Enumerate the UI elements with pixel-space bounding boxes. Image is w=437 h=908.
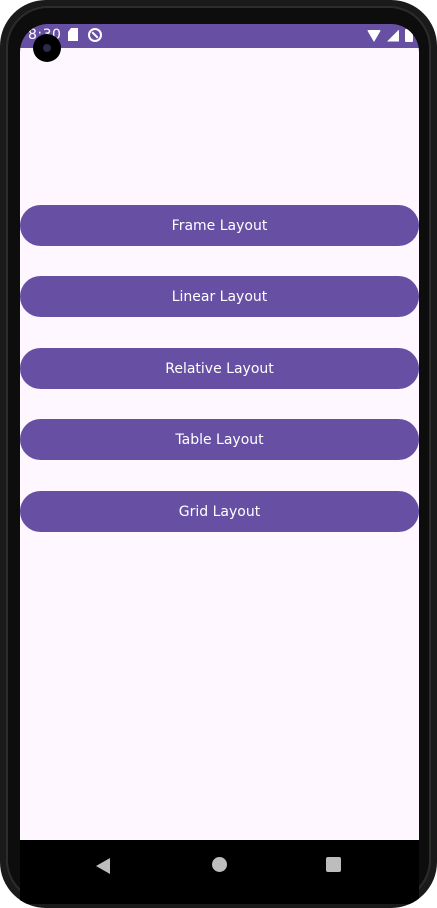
back-icon[interactable]: [96, 858, 110, 874]
recents-icon[interactable]: [326, 857, 341, 872]
screen: 8:30 Frame Layout Linear Layout Relative…: [20, 24, 419, 904]
home-icon[interactable]: [212, 857, 227, 872]
phone-frame: 8:30 Frame Layout Linear Layout Relative…: [0, 0, 437, 908]
status-right-icons: [367, 29, 413, 42]
frame-layout-button[interactable]: Frame Layout: [20, 205, 419, 246]
signal-icon: [387, 29, 399, 42]
navigation-bar: [20, 840, 419, 904]
do-not-disturb-icon: [88, 28, 102, 42]
table-layout-button[interactable]: Table Layout: [20, 419, 419, 460]
linear-layout-button[interactable]: Linear Layout: [20, 276, 419, 317]
sd-card-icon: [68, 28, 78, 41]
status-left-icons: [68, 28, 102, 42]
app-content: Frame Layout Linear Layout Relative Layo…: [20, 48, 419, 840]
relative-layout-button[interactable]: Relative Layout: [20, 348, 419, 389]
camera-lens-icon: [43, 44, 51, 52]
battery-icon: [405, 29, 413, 42]
status-bar: 8:30: [20, 24, 419, 48]
wifi-icon: [367, 29, 381, 42]
grid-layout-button[interactable]: Grid Layout: [20, 491, 419, 532]
front-camera: [33, 34, 61, 62]
